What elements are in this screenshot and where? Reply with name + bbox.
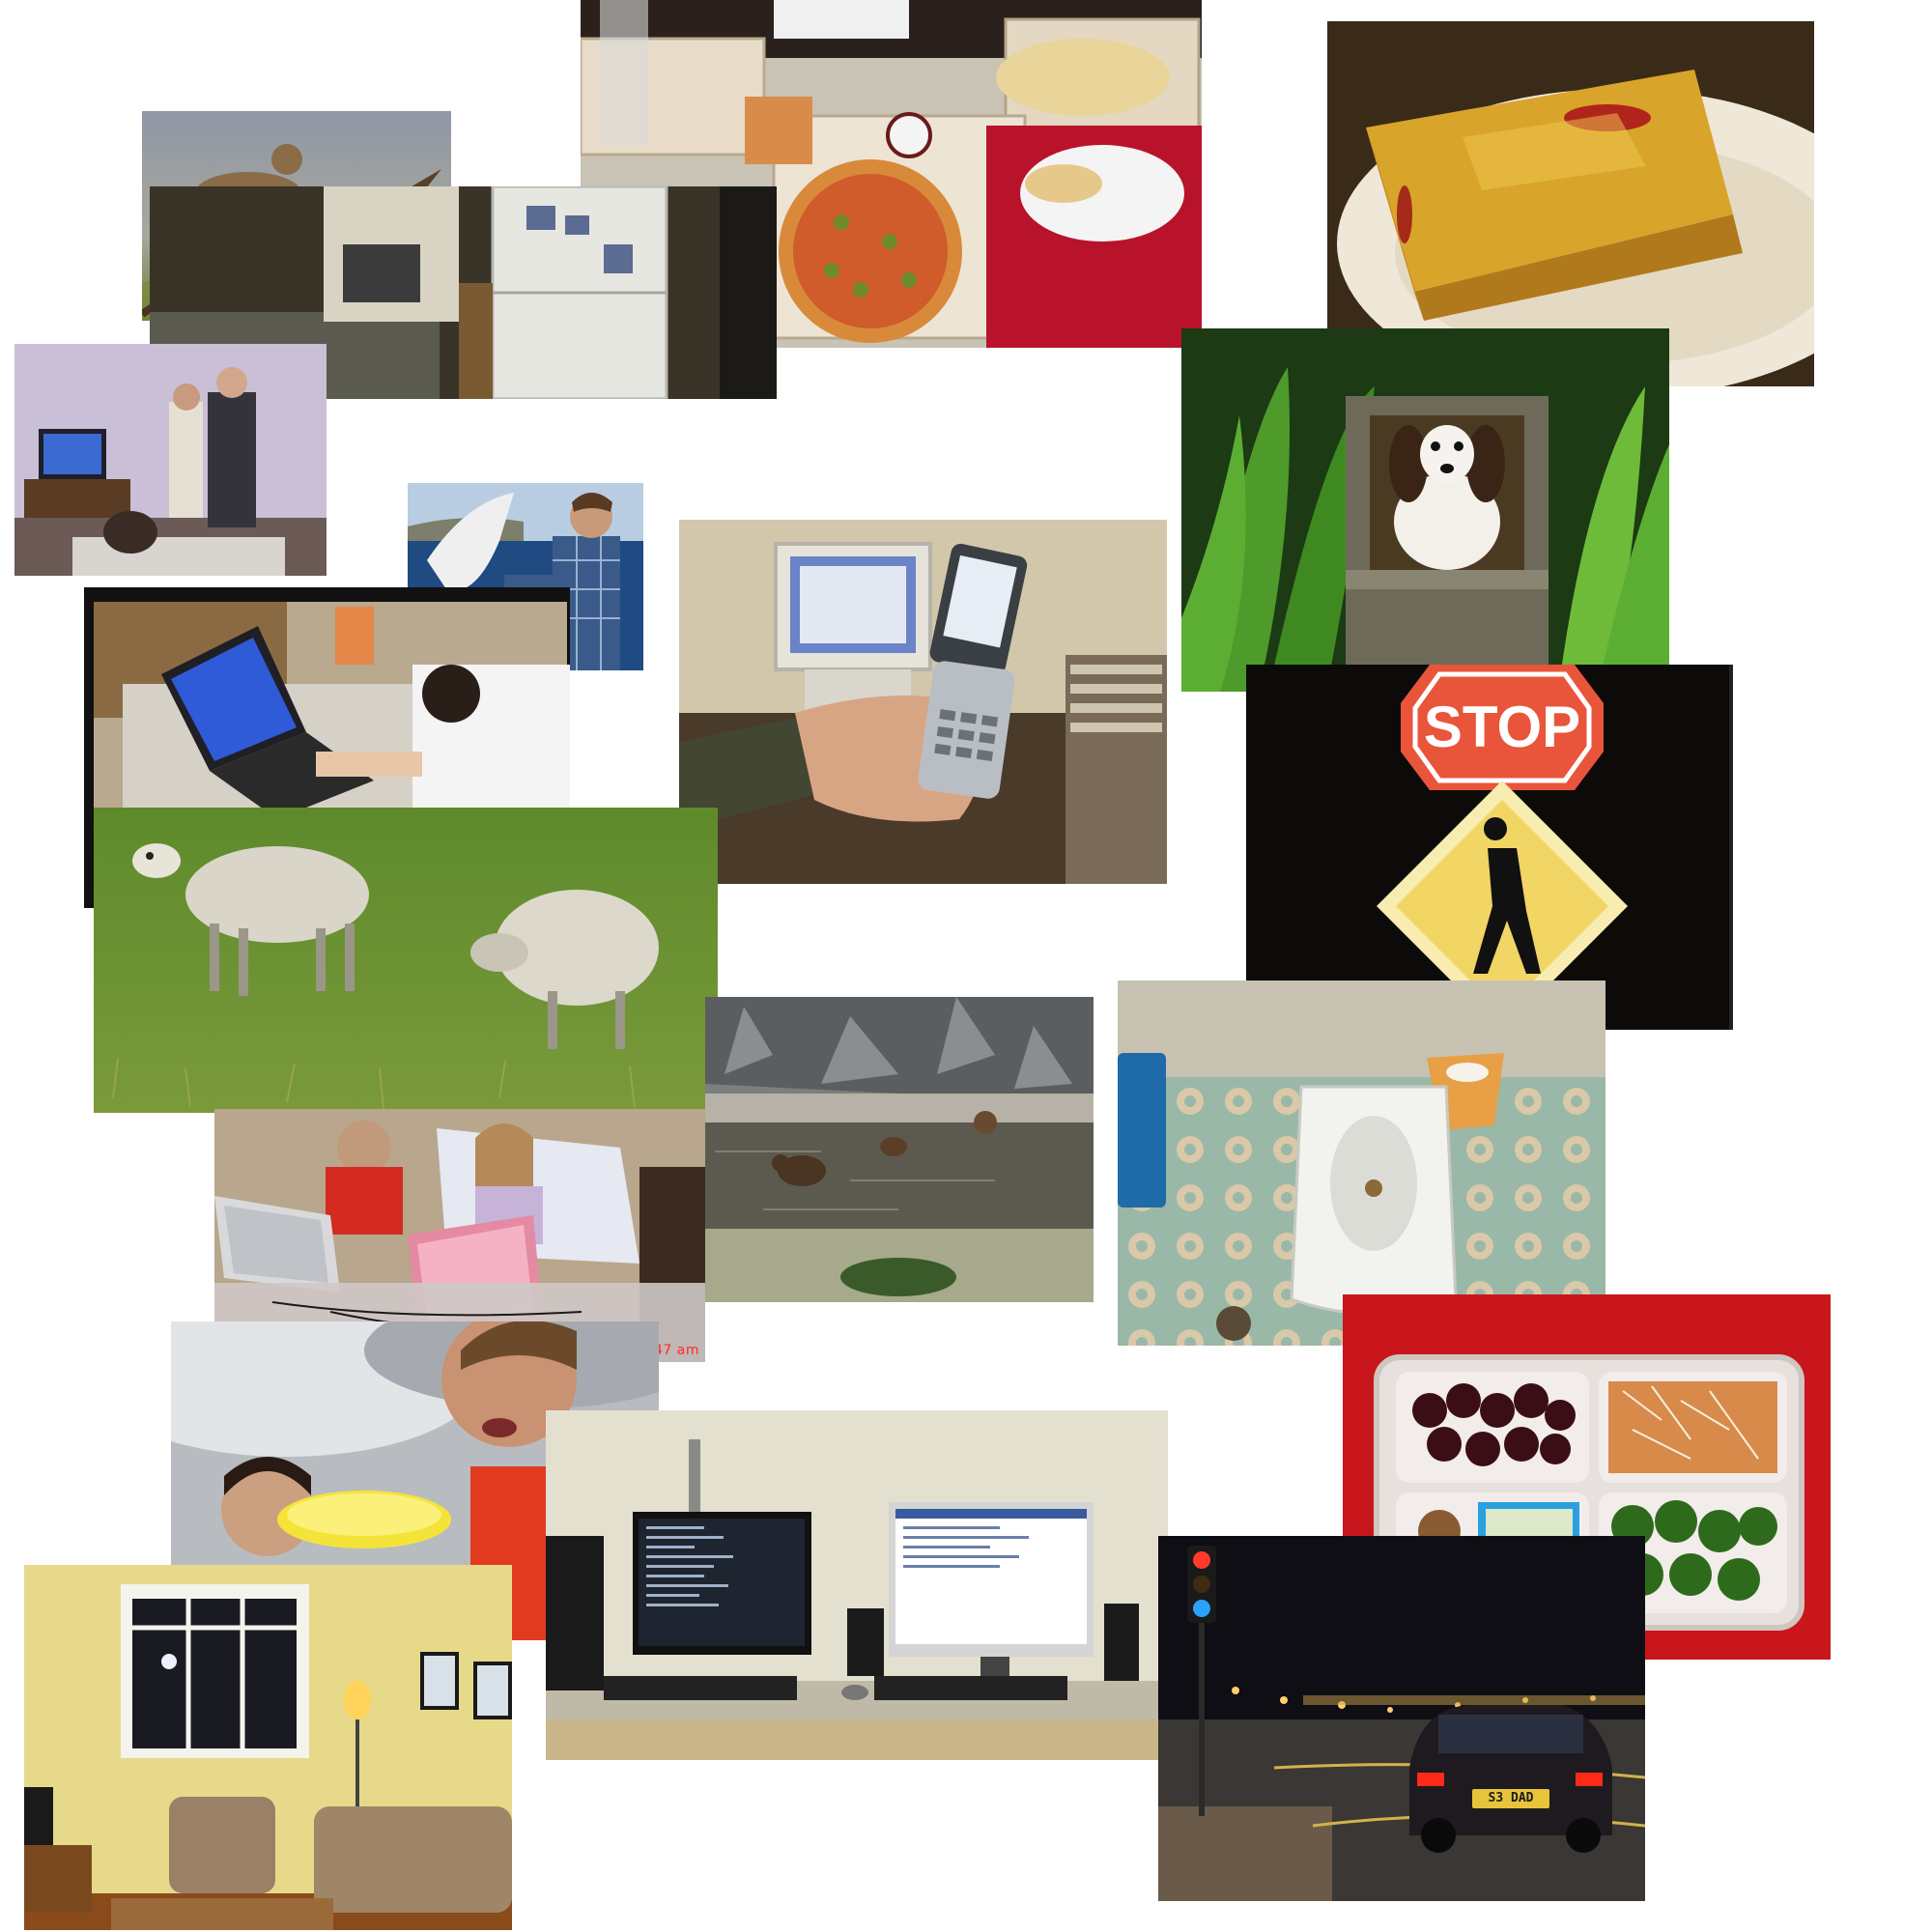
photo-dog	[1181, 328, 1669, 692]
photo-phone	[679, 520, 1167, 884]
photo-monitors	[546, 1410, 1168, 1760]
photo-wii-room	[14, 344, 327, 576]
photo-sheep	[94, 808, 718, 1113]
photo-bears	[705, 997, 1094, 1302]
photo-toilet	[1118, 980, 1605, 1346]
photo-signs: STOP	[1246, 665, 1733, 1030]
license-plate: S3 DAD	[1472, 1789, 1549, 1808]
stop-sign-text: STOP	[1423, 695, 1581, 759]
photo-living-room	[24, 1565, 512, 1930]
photo-car-night: S3 DAD	[1158, 1536, 1645, 1901]
